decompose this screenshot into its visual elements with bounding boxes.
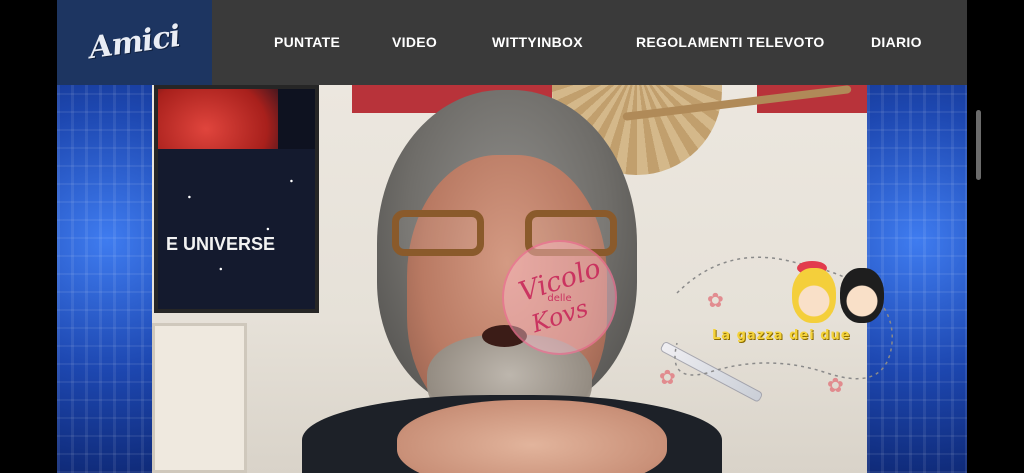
paw-icon: ✿ <box>827 375 844 397</box>
page-scrollbar[interactable] <box>976 110 981 180</box>
wall-picture-frame <box>152 323 247 473</box>
video-frame-left <box>57 85 157 473</box>
page: Amici PUNTATE VIDEO WITTYINBOX REGOLAMEN… <box>0 0 1024 473</box>
nav-item-puntate[interactable]: PUNTATE <box>274 34 340 50</box>
dark-doll-icon <box>840 268 884 323</box>
nav-item-video[interactable]: VIDEO <box>392 34 437 50</box>
poster-background <box>158 149 315 309</box>
logo[interactable]: Amici <box>57 0 212 85</box>
watermark-logo: Vicolo delle Kovs <box>502 240 617 355</box>
video-frame: E UNIVERSE Vicolo delle Kovs ✿ ✿ ✿ La ga… <box>152 85 893 473</box>
wall-poster: E UNIVERSE <box>154 85 319 313</box>
logo-text: Amici <box>86 18 183 67</box>
poster-title: E UNIVERSE <box>166 234 276 254</box>
glasses-lens-left <box>392 210 484 256</box>
sticker-caption: La gazza dei due <box>712 328 851 343</box>
nav-item-wittyinbox[interactable]: WITTYINBOX <box>492 34 583 50</box>
paw-icon: ✿ <box>707 290 724 312</box>
main-nav: PUNTATE VIDEO WITTYINBOX REGOLAMENTI TEL… <box>212 0 967 85</box>
nav-item-diario[interactable]: DIARIO <box>871 34 922 50</box>
watermark-sticker: ✿ ✿ ✿ La gazza dei due <box>647 253 907 403</box>
site-header: Amici PUNTATE VIDEO WITTYINBOX REGOLAMEN… <box>57 0 967 85</box>
nav-item-regolamenti-televoto[interactable]: REGOLAMENTI TELEVOTO <box>636 34 825 50</box>
blonde-doll-icon <box>792 268 836 323</box>
video-player[interactable]: E UNIVERSE Vicolo delle Kovs ✿ ✿ ✿ La ga… <box>57 85 967 473</box>
paw-icon: ✿ <box>659 367 676 389</box>
person-hands <box>397 400 667 473</box>
